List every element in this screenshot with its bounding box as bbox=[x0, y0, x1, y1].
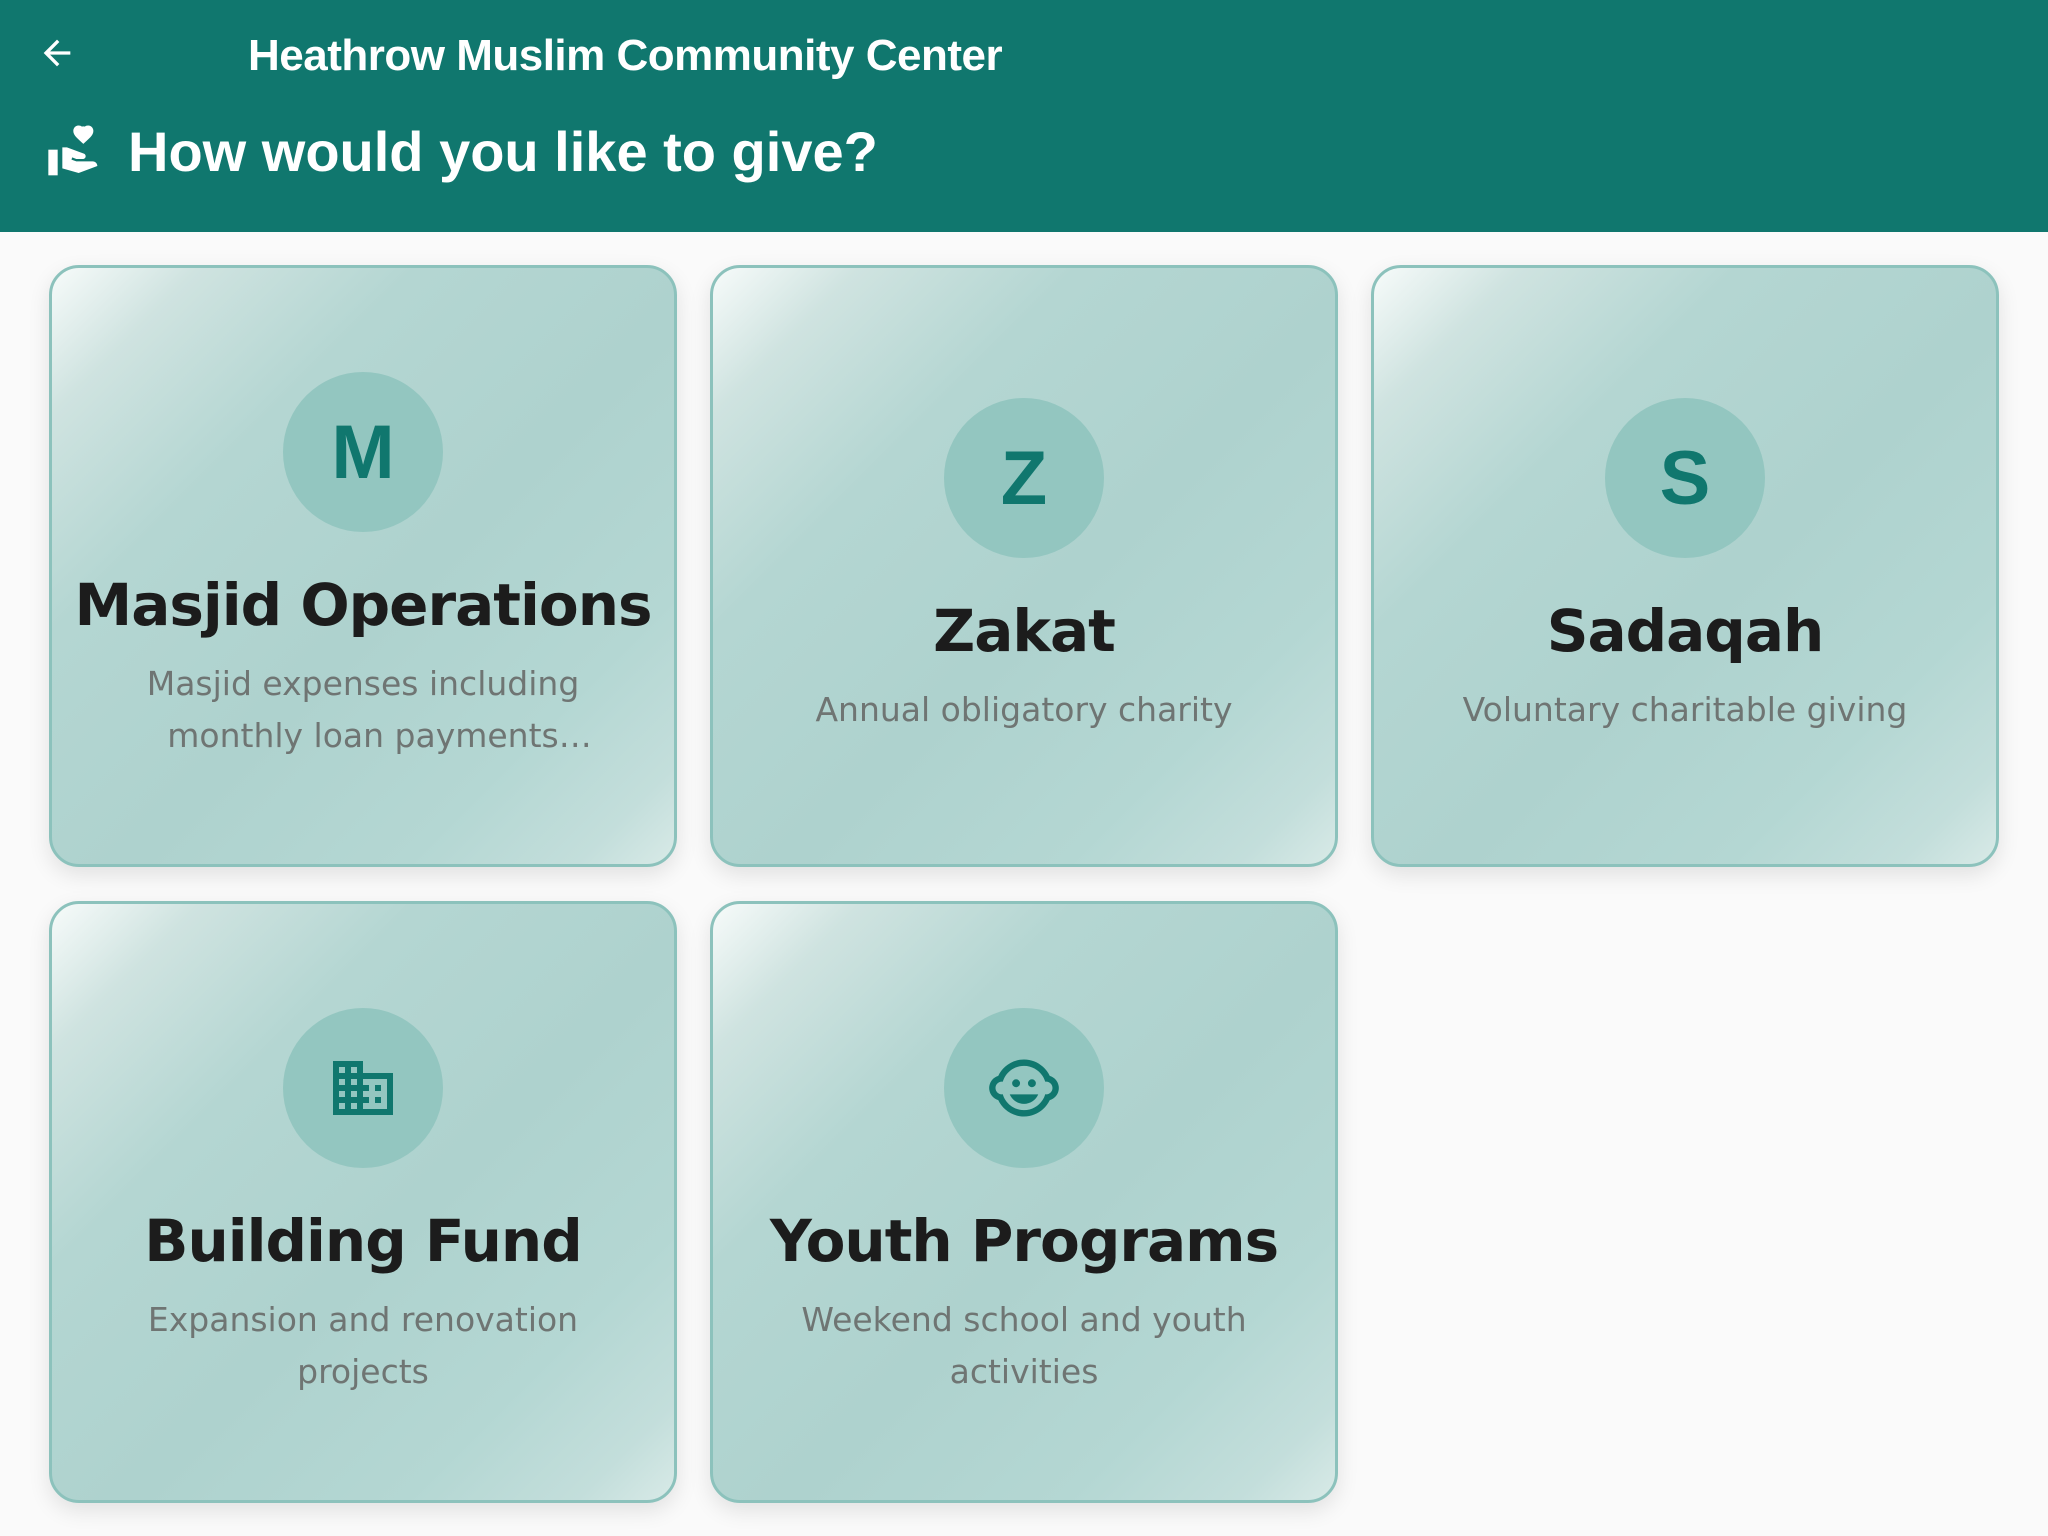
app-header: Heathrow Muslim Community Center How wou… bbox=[0, 0, 2048, 232]
card-description: Annual obligatory charity bbox=[815, 690, 1233, 729]
letter-avatar: M bbox=[283, 372, 443, 532]
card-content: Youth Programs Weekend school and youth … bbox=[713, 904, 1335, 1500]
card-content: S Sadaqah Voluntary charitable giving bbox=[1374, 268, 1996, 864]
app-root: Heathrow Muslim Community Center How wou… bbox=[0, 0, 2048, 1536]
card-description: Voluntary charitable giving bbox=[1462, 690, 1908, 729]
card-title: Sadaqah bbox=[1546, 597, 1825, 665]
donation-card-sadaqah[interactable]: S Sadaqah Voluntary charitable giving bbox=[1371, 265, 1999, 867]
child-face-icon bbox=[989, 1059, 1059, 1117]
letter-avatar: Z bbox=[944, 398, 1104, 558]
card-title: Youth Programs bbox=[769, 1207, 1279, 1275]
page-title: Heathrow Muslim Community Center bbox=[248, 31, 1003, 80]
donation-card-masjid-operations[interactable]: M Masjid Operations Masjid expenses incl… bbox=[49, 265, 677, 867]
donation-card-building-fund[interactable]: Building Fund Expansion and renovation p… bbox=[49, 901, 677, 1503]
icon-avatar bbox=[283, 1008, 443, 1168]
card-content: M Masjid Operations Masjid expenses incl… bbox=[52, 268, 674, 864]
back-button[interactable] bbox=[26, 22, 88, 84]
donation-card-zakat[interactable]: Z Zakat Annual obligatory charity bbox=[710, 265, 1338, 867]
icon-avatar bbox=[944, 1008, 1104, 1168]
card-description: Masjid expenses including monthly loan p… bbox=[146, 664, 580, 755]
donation-card-youth-programs[interactable]: Youth Programs Weekend school and youth … bbox=[710, 901, 1338, 1503]
give-prompt-text: How would you like to give? bbox=[128, 120, 878, 183]
give-prompt: How would you like to give? bbox=[46, 118, 878, 186]
card-content: Building Fund Expansion and renovation p… bbox=[52, 904, 674, 1500]
card-content: Z Zakat Annual obligatory charity bbox=[713, 268, 1335, 864]
card-description: Expansion and renovation projects bbox=[147, 1300, 579, 1391]
letter-avatar: S bbox=[1605, 398, 1765, 558]
building-icon bbox=[333, 1061, 393, 1115]
card-description: Weekend school and youth activities bbox=[801, 1300, 1247, 1391]
arrow-left-icon bbox=[43, 39, 71, 67]
hand-heart-icon bbox=[48, 125, 98, 176]
card-title: Masjid Operations bbox=[74, 571, 652, 639]
card-title: Zakat bbox=[933, 597, 1116, 665]
card-title: Building Fund bbox=[144, 1207, 582, 1275]
